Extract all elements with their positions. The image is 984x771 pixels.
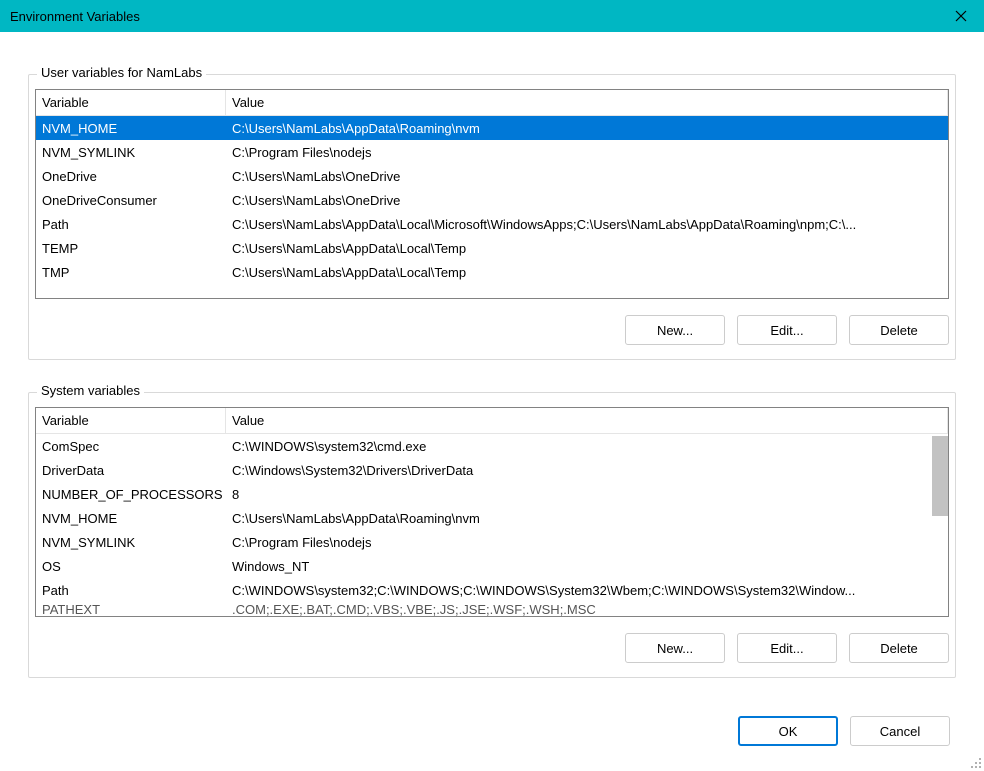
system-new-button[interactable]: New... (625, 633, 725, 663)
variable-name: PATHEXT (36, 602, 226, 616)
variable-value: C:\Users\NamLabs\OneDrive (226, 169, 948, 184)
system-variables-table[interactable]: Variable Value ComSpecC:\WINDOWS\system3… (35, 407, 949, 617)
table-row[interactable]: PathC:\WINDOWS\system32;C:\WINDOWS;C:\WI… (36, 578, 948, 602)
table-row[interactable]: PathC:\Users\NamLabs\AppData\Local\Micro… (36, 212, 948, 236)
variable-name: OneDrive (36, 169, 226, 184)
variable-value: C:\Users\NamLabs\OneDrive (226, 193, 948, 208)
titlebar: Environment Variables (0, 0, 984, 32)
user-variables-table[interactable]: Variable Value NVM_HOMEC:\Users\NamLabs\… (35, 89, 949, 299)
user-delete-button[interactable]: Delete (849, 315, 949, 345)
system-header-value[interactable]: Value (226, 408, 948, 433)
resize-grip[interactable] (968, 755, 982, 769)
variable-value: C:\Users\NamLabs\AppData\Roaming\nvm (226, 511, 948, 526)
user-header-variable[interactable]: Variable (36, 90, 226, 115)
close-icon (955, 10, 967, 22)
variable-name: OneDriveConsumer (36, 193, 226, 208)
system-button-row: New... Edit... Delete (29, 617, 955, 663)
ok-button[interactable]: OK (738, 716, 838, 746)
resize-grip-icon (968, 755, 982, 769)
variable-value: C:\Users\NamLabs\AppData\Local\Microsoft… (226, 217, 948, 232)
scrollbar-thumb[interactable] (932, 436, 948, 516)
variable-name: TEMP (36, 241, 226, 256)
variable-value: Windows_NT (226, 559, 948, 574)
system-header-variable[interactable]: Variable (36, 408, 226, 433)
variable-name: Path (36, 583, 226, 598)
variable-name: NVM_HOME (36, 121, 226, 136)
variable-name: NVM_SYMLINK (36, 145, 226, 160)
variable-value: C:\Program Files\nodejs (226, 535, 948, 550)
user-button-row: New... Edit... Delete (29, 299, 955, 345)
system-variables-label: System variables (37, 383, 144, 398)
table-row[interactable]: NVM_SYMLINKC:\Program Files\nodejs (36, 140, 948, 164)
table-row[interactable]: NVM_HOMEC:\Users\NamLabs\AppData\Roaming… (36, 506, 948, 530)
dialog-content: User variables for NamLabs Variable Valu… (0, 32, 984, 688)
variable-value: C:\Users\NamLabs\AppData\Local\Temp (226, 241, 948, 256)
user-new-button[interactable]: New... (625, 315, 725, 345)
system-table-header[interactable]: Variable Value (36, 408, 948, 434)
system-variables-group: System variables Variable Value ComSpecC… (28, 392, 956, 678)
table-row[interactable]: OneDriveConsumerC:\Users\NamLabs\OneDriv… (36, 188, 948, 212)
user-table-header[interactable]: Variable Value (36, 90, 948, 116)
cancel-button[interactable]: Cancel (850, 716, 950, 746)
table-row[interactable]: TEMPC:\Users\NamLabs\AppData\Local\Temp (36, 236, 948, 260)
table-row[interactable]: OSWindows_NT (36, 554, 948, 578)
table-row[interactable]: OneDriveC:\Users\NamLabs\OneDrive (36, 164, 948, 188)
system-edit-button[interactable]: Edit... (737, 633, 837, 663)
variable-value: C:\WINDOWS\system32;C:\WINDOWS;C:\WINDOW… (226, 583, 948, 598)
variable-name: ComSpec (36, 439, 226, 454)
table-row[interactable]: NVM_HOMEC:\Users\NamLabs\AppData\Roaming… (36, 116, 948, 140)
user-variables-label: User variables for NamLabs (37, 65, 206, 80)
table-row[interactable]: PATHEXT.COM;.EXE;.BAT;.CMD;.VBS;.VBE;.JS… (36, 602, 948, 616)
variable-value: C:\Users\NamLabs\AppData\Local\Temp (226, 265, 948, 280)
variable-value: .COM;.EXE;.BAT;.CMD;.VBS;.VBE;.JS;.JSE;.… (226, 602, 948, 616)
table-row[interactable]: DriverDataC:\Windows\System32\Drivers\Dr… (36, 458, 948, 482)
user-edit-button[interactable]: Edit... (737, 315, 837, 345)
variable-name: Path (36, 217, 226, 232)
variable-name: TMP (36, 265, 226, 280)
table-row[interactable]: NVM_SYMLINKC:\Program Files\nodejs (36, 530, 948, 554)
table-row[interactable]: TMPC:\Users\NamLabs\AppData\Local\Temp (36, 260, 948, 284)
system-delete-button[interactable]: Delete (849, 633, 949, 663)
variable-name: NVM_SYMLINK (36, 535, 226, 550)
table-row[interactable]: ComSpecC:\WINDOWS\system32\cmd.exe (36, 434, 948, 458)
window-title: Environment Variables (10, 9, 140, 24)
variable-name: OS (36, 559, 226, 574)
variable-value: C:\Windows\System32\Drivers\DriverData (226, 463, 948, 478)
variable-value: 8 (226, 487, 948, 502)
close-button[interactable] (938, 0, 984, 32)
variable-value: C:\Users\NamLabs\AppData\Roaming\nvm (226, 121, 948, 136)
variable-name: NVM_HOME (36, 511, 226, 526)
variable-name: DriverData (36, 463, 226, 478)
variable-value: C:\Program Files\nodejs (226, 145, 948, 160)
table-row[interactable]: NUMBER_OF_PROCESSORS8 (36, 482, 948, 506)
user-header-value[interactable]: Value (226, 90, 948, 115)
dialog-button-row: OK Cancel (0, 688, 984, 756)
user-variables-group: User variables for NamLabs Variable Valu… (28, 74, 956, 360)
variable-value: C:\WINDOWS\system32\cmd.exe (226, 439, 948, 454)
variable-name: NUMBER_OF_PROCESSORS (36, 487, 226, 502)
